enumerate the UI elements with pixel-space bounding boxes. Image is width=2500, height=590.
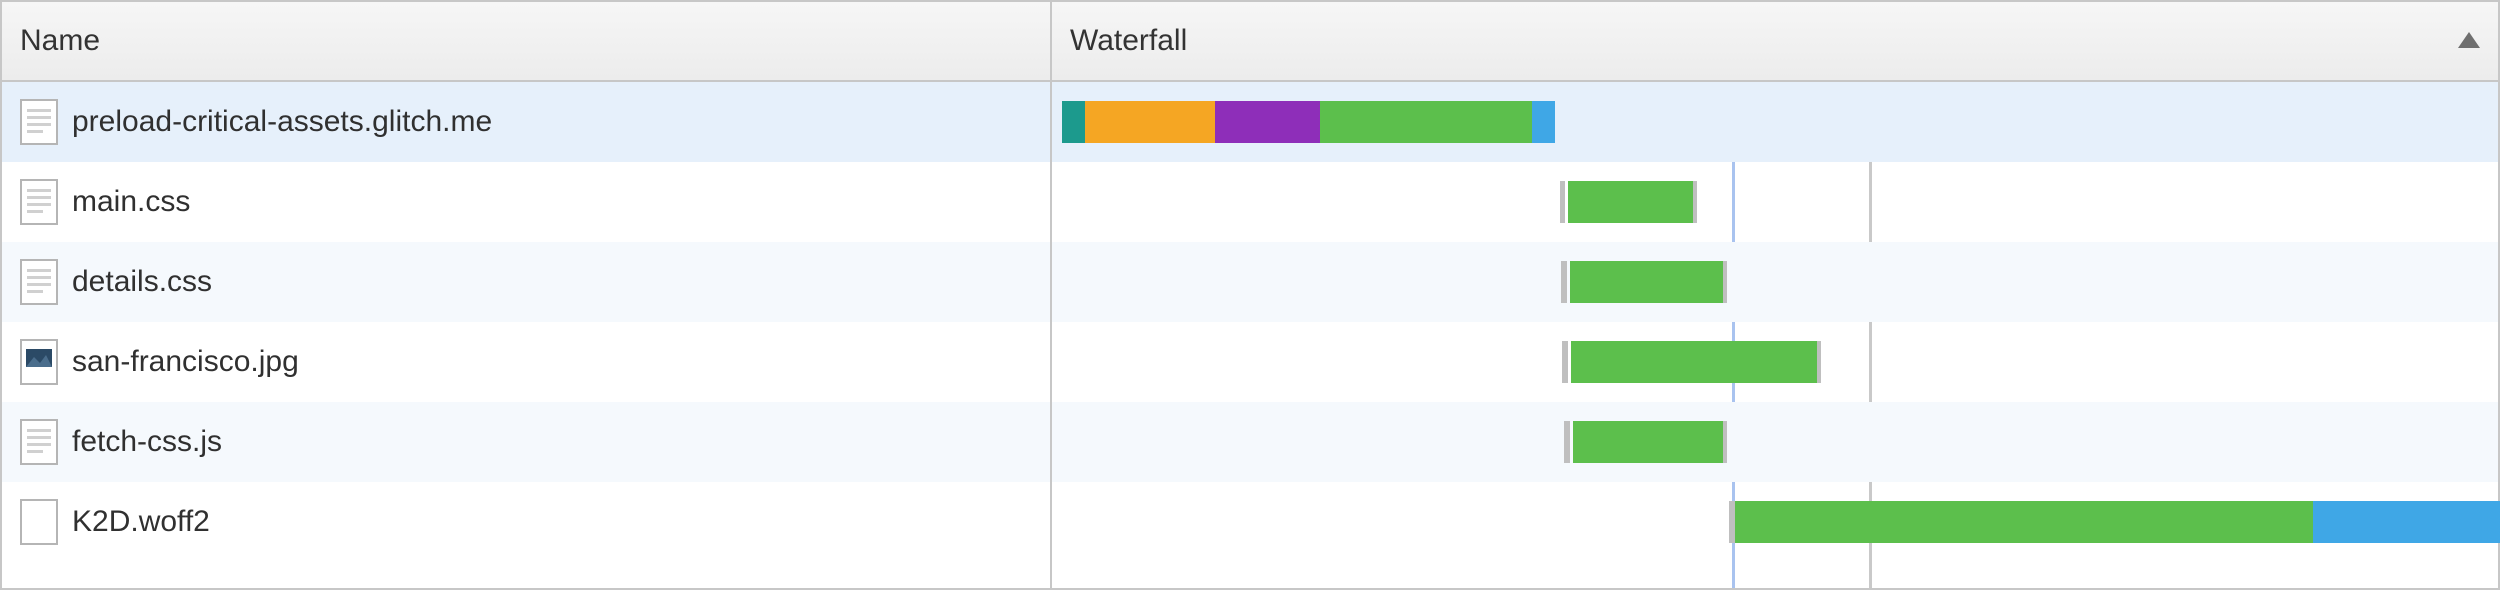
sort-asc-icon: [2456, 24, 2482, 58]
segment-tick: [1561, 261, 1567, 303]
header-waterfall-label: Waterfall: [1070, 24, 1187, 58]
network-panel: Name preload-critical-assets.glitch.me ma…: [0, 0, 2500, 590]
waterfall-row[interactable]: [1052, 162, 2498, 242]
waterfall-bar: [1052, 181, 2498, 223]
request-row[interactable]: fetch-css.js: [2, 402, 1050, 482]
waterfall-row[interactable]: [1052, 242, 2498, 322]
segment-tick: [1562, 341, 1568, 383]
request-name-label: preload-critical-assets.glitch.me: [72, 105, 492, 139]
waterfall-bar: [1052, 261, 2498, 303]
segment-ttfb: [1570, 261, 1723, 303]
segment-ttfb: [1320, 101, 1533, 143]
segment-tickend: [1817, 341, 1821, 383]
request-row[interactable]: details.css: [2, 242, 1050, 322]
request-row[interactable]: main.css: [2, 162, 1050, 242]
segment-tickend: [1723, 261, 1727, 303]
column-waterfall: Waterfall: [1052, 2, 2498, 588]
header-waterfall[interactable]: Waterfall: [1052, 2, 2498, 82]
segment-tickend: [1693, 181, 1697, 223]
segment-tick: [1560, 181, 1566, 223]
segment-ttfb: [1735, 501, 2313, 543]
segment-ttfb: [1568, 181, 1692, 223]
image-file-icon: [20, 339, 58, 385]
request-row[interactable]: san-francisco.jpg: [2, 322, 1050, 402]
blank-file-icon: [20, 499, 58, 545]
segment-tickend: [1723, 421, 1727, 463]
request-name-label: fetch-css.js: [72, 425, 222, 459]
header-name-label: Name: [20, 24, 100, 58]
segment-ttfb: [1571, 341, 1817, 383]
waterfall-bar: [1052, 341, 2498, 383]
waterfall-row[interactable]: [1052, 82, 2498, 162]
segment-queue: [1062, 101, 1085, 143]
request-name-label: main.css: [72, 185, 190, 219]
name-rows: preload-critical-assets.glitch.me main.cs…: [2, 82, 1050, 588]
segment-connect: [1215, 101, 1319, 143]
segment-download: [2313, 501, 2500, 543]
waterfall-bar: [1052, 101, 2498, 143]
waterfall-row[interactable]: [1052, 482, 2498, 562]
waterfall-row[interactable]: [1052, 402, 2498, 482]
header-name[interactable]: Name: [2, 2, 1050, 82]
doc-file-icon: [20, 419, 58, 465]
waterfall-bar: [1052, 501, 2498, 543]
doc-file-icon: [20, 179, 58, 225]
request-name-label: K2D.woff2: [72, 505, 210, 539]
segment-dns: [1085, 101, 1215, 143]
request-name-label: san-francisco.jpg: [72, 345, 299, 379]
request-row[interactable]: K2D.woff2: [2, 482, 1050, 562]
segment-tick: [1564, 421, 1570, 463]
segment-ttfb: [1573, 421, 1723, 463]
doc-file-icon: [20, 259, 58, 305]
segment-download: [1532, 101, 1555, 143]
waterfall-bar: [1052, 421, 2498, 463]
request-name-label: details.css: [72, 265, 212, 299]
waterfall-row[interactable]: [1052, 322, 2498, 402]
waterfall-body: [1052, 82, 2498, 588]
column-name: Name preload-critical-assets.glitch.me ma…: [2, 2, 1052, 588]
request-row[interactable]: preload-critical-assets.glitch.me: [2, 82, 1050, 162]
doc-file-icon: [20, 99, 58, 145]
